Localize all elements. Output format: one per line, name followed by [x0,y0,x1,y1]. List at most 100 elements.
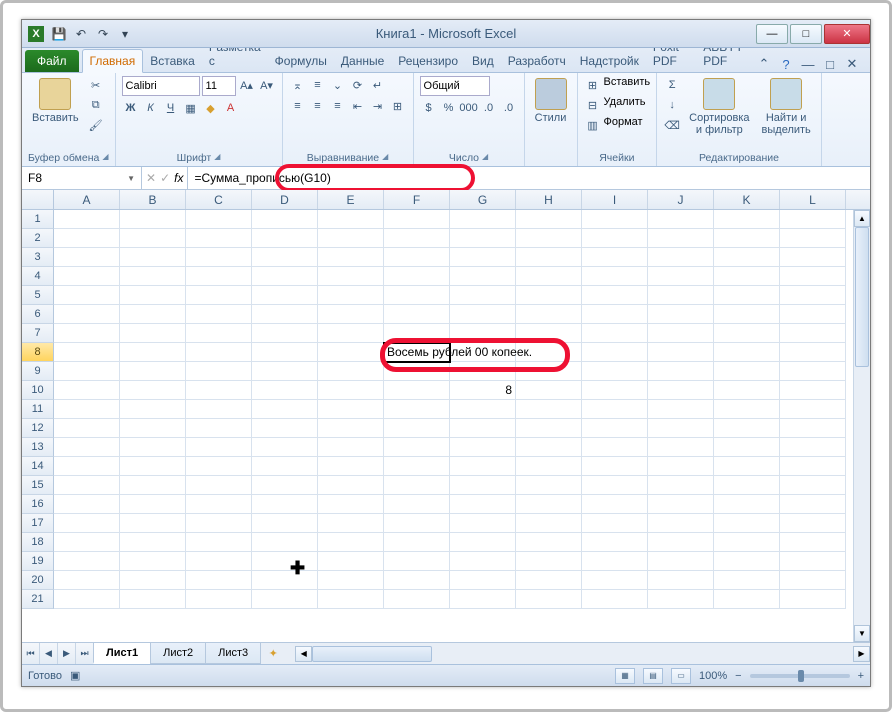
cell[interactable] [186,267,252,286]
align-top-icon[interactable]: ⌅ [289,76,307,94]
cell[interactable] [516,286,582,305]
new-sheet-icon[interactable]: ✦ [261,643,285,664]
sheet-tab-1[interactable]: Лист1 [93,643,151,664]
cell[interactable] [780,305,846,324]
align-middle-icon[interactable]: ≡ [309,76,327,94]
cell[interactable] [450,362,516,381]
cell[interactable] [54,343,120,362]
cell[interactable] [648,571,714,590]
cell[interactable] [384,324,450,343]
cell[interactable] [648,419,714,438]
cell[interactable] [186,552,252,571]
cell[interactable] [780,229,846,248]
cell[interactable] [582,457,648,476]
cell[interactable] [54,419,120,438]
cell[interactable] [582,305,648,324]
cell[interactable] [120,248,186,267]
copy-icon[interactable]: ⧉ [87,96,105,114]
cell[interactable] [318,552,384,571]
cell[interactable] [714,571,780,590]
cell[interactable]: 8 [450,381,516,400]
row-header[interactable]: 12 [22,419,54,438]
align-left-icon[interactable]: ≡ [289,97,307,115]
cell[interactable] [186,476,252,495]
increase-indent-icon[interactable]: ⇥ [369,97,387,115]
sheet-tab-2[interactable]: Лист2 [150,643,206,664]
scroll-left-icon[interactable]: ◀ [295,646,312,662]
view-normal-icon[interactable]: ▦ [615,668,635,684]
cell[interactable] [780,324,846,343]
cell[interactable] [714,552,780,571]
cell[interactable] [252,381,318,400]
cell[interactable] [384,476,450,495]
row-header[interactable]: 15 [22,476,54,495]
cell[interactable] [714,305,780,324]
cell[interactable] [252,476,318,495]
increase-decimal-icon[interactable]: .0 [480,99,498,117]
cell[interactable] [384,514,450,533]
cell[interactable] [252,362,318,381]
font-size-combo[interactable]: 11 [202,76,236,96]
cell[interactable] [714,324,780,343]
cell[interactable] [384,552,450,571]
cell[interactable] [516,248,582,267]
cell[interactable] [582,210,648,229]
row-header[interactable]: 4 [22,267,54,286]
cell[interactable] [252,590,318,609]
save-icon[interactable]: 💾 [50,25,68,43]
cell[interactable] [648,457,714,476]
cell[interactable] [252,552,318,571]
format-cells-button[interactable]: Формат [604,116,643,134]
sheet-nav-next[interactable]: ▶ [58,643,76,664]
cell[interactable] [384,305,450,324]
delete-cells-icon[interactable]: ⊟ [584,96,602,114]
cell[interactable] [384,571,450,590]
cell[interactable] [648,362,714,381]
border-icon[interactable]: ▦ [182,99,200,117]
cell[interactable] [318,419,384,438]
sheet-tab-3[interactable]: Лист3 [205,643,261,664]
worksheet-grid[interactable]: ABCDEFGHIJKL 12345678Восемь рублей 00 ко… [22,190,870,642]
cell[interactable] [516,533,582,552]
cell[interactable] [648,229,714,248]
cell[interactable] [318,495,384,514]
column-header[interactable]: A [54,190,120,209]
row-header[interactable]: 8 [22,343,54,362]
underline-button[interactable]: Ч [162,99,180,117]
italic-button[interactable]: К [142,99,160,117]
cell[interactable] [450,229,516,248]
cell[interactable] [186,381,252,400]
cell[interactable] [648,495,714,514]
column-header[interactable]: C [186,190,252,209]
cell[interactable] [516,571,582,590]
cell[interactable] [780,248,846,267]
cell[interactable] [120,514,186,533]
cell[interactable] [120,400,186,419]
cell[interactable] [384,533,450,552]
column-header[interactable]: H [516,190,582,209]
doc-close-icon[interactable]: ✕ [844,56,860,72]
cell[interactable] [252,210,318,229]
cell[interactable] [516,324,582,343]
sort-filter-button[interactable]: Сортировка и фильтр [685,76,753,138]
cell[interactable] [318,457,384,476]
cell[interactable] [120,552,186,571]
cell[interactable] [54,305,120,324]
cell[interactable] [450,267,516,286]
cell[interactable] [450,438,516,457]
cell[interactable] [252,571,318,590]
tab-developer[interactable]: Разработч [501,50,573,72]
row-header[interactable]: 14 [22,457,54,476]
cell[interactable] [186,514,252,533]
zoom-slider[interactable] [750,674,850,678]
cell[interactable] [450,324,516,343]
column-header[interactable]: D [252,190,318,209]
cell[interactable] [318,305,384,324]
cell[interactable] [186,438,252,457]
cell[interactable] [120,590,186,609]
row-header[interactable]: 11 [22,400,54,419]
close-button[interactable]: ✕ [824,24,870,44]
cell[interactable] [582,552,648,571]
cell[interactable] [54,210,120,229]
cell[interactable] [252,229,318,248]
